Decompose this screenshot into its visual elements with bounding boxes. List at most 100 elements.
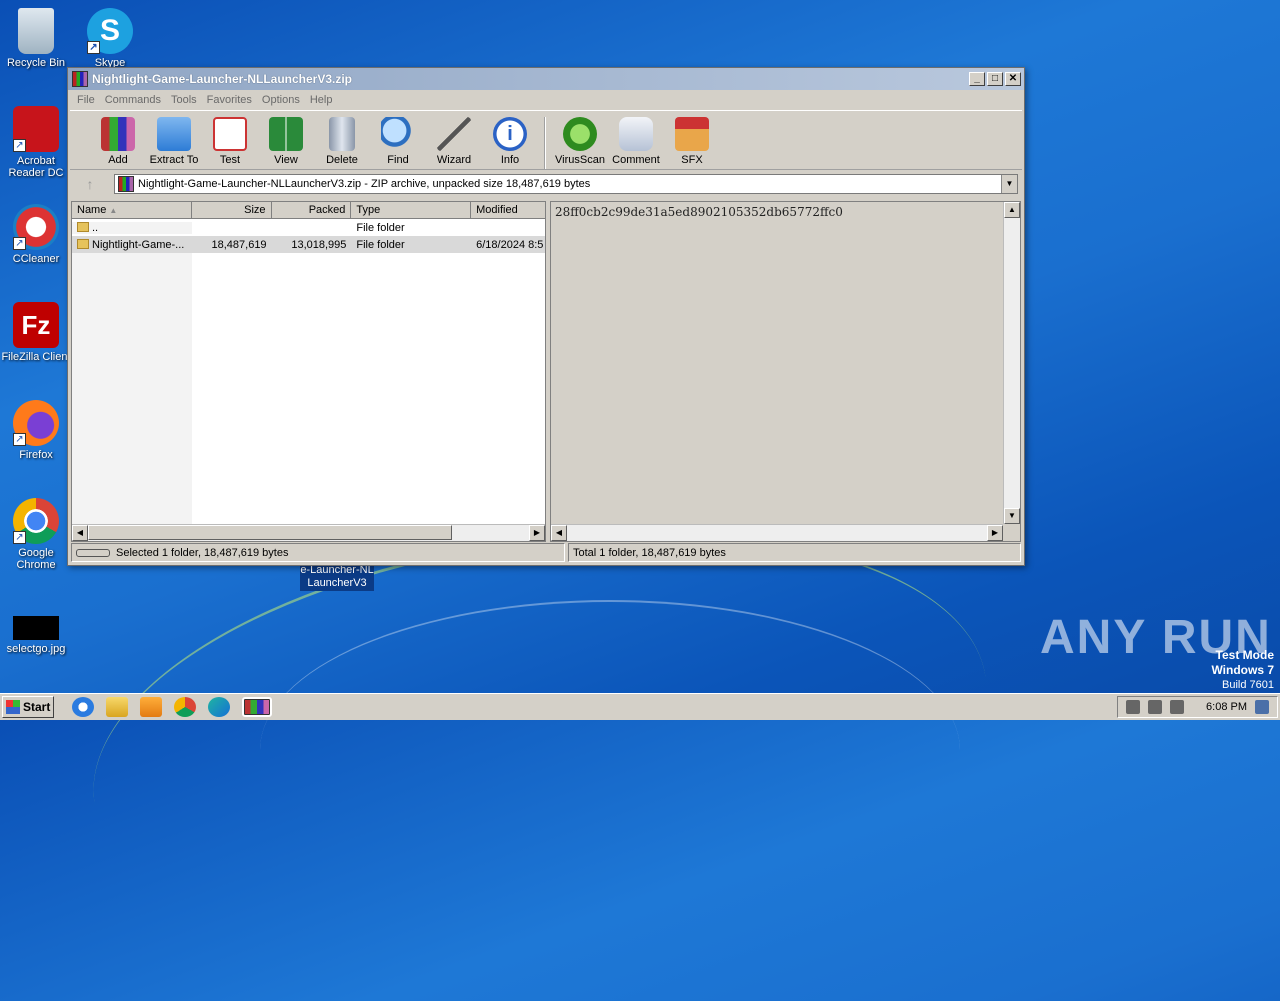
ie-icon[interactable]: [72, 697, 94, 717]
comment-pane: 28ff0cb2c99de31a5ed8902105352db65772ffc0…: [550, 201, 1021, 542]
comment-vscrollbar[interactable]: ▲ ▼: [1003, 202, 1020, 524]
menu-tools[interactable]: Tools: [166, 94, 202, 106]
scroll-down-icon[interactable]: ▼: [1004, 508, 1020, 524]
bug-icon: [563, 117, 597, 151]
desktop-icon-chrome[interactable]: ↗ Google Chrome: [0, 498, 74, 571]
desktop-icon-label: CCleaner: [12, 253, 60, 265]
windows-logo-icon: [6, 700, 20, 714]
virusscan-label: VirusScan: [555, 154, 605, 166]
show-desktop-icon[interactable]: [1255, 700, 1269, 714]
build-label: Build 7601: [1222, 679, 1274, 691]
ccleaner-icon: ↗: [13, 204, 59, 250]
content-panes: Name ▲ Size Packed Type Modified .. File…: [71, 201, 1021, 542]
menu-help[interactable]: Help: [305, 94, 338, 106]
test-button[interactable]: Test: [202, 117, 258, 166]
comment-text[interactable]: 28ff0cb2c99de31a5ed8902105352db65772ffc0: [551, 202, 1020, 222]
folder-icon: [77, 238, 89, 249]
maximize-button[interactable]: □: [987, 72, 1003, 86]
network-icon[interactable]: [1148, 700, 1163, 714]
scroll-right-icon[interactable]: ▶: [529, 525, 545, 541]
magnifier-icon: [381, 117, 415, 151]
info-label: Info: [500, 154, 520, 166]
column-name[interactable]: Name ▲: [72, 202, 192, 218]
skype-icon: S ↗: [87, 8, 133, 54]
chrome-icon: ↗: [13, 498, 59, 544]
title-bar[interactable]: Nightlight-Game-Launcher-NLLauncherV3.zi…: [68, 68, 1024, 90]
os-label: Windows 7: [1211, 663, 1274, 677]
minimize-button[interactable]: _: [969, 72, 985, 86]
comment-button[interactable]: Comment: [608, 117, 664, 166]
extract-to-label: Extract To: [149, 154, 199, 166]
test-mode-label: Test Mode: [1215, 648, 1274, 662]
comment-hscrollbar[interactable]: ◀ ▶: [551, 524, 1003, 541]
test-label: Test: [219, 154, 241, 166]
status-right-text: Total 1 folder, 18,487,619 bytes: [573, 546, 726, 559]
desktop-icon-acrobat[interactable]: ↗ Acrobat Reader DC: [0, 106, 74, 179]
desktop-icon-label: FileZilla Client: [1, 351, 71, 363]
start-button[interactable]: Start: [2, 696, 54, 718]
wizard-button[interactable]: Wizard: [426, 117, 482, 166]
desktop-icon-label: Recycle Bin: [6, 57, 66, 69]
shortcut-arrow-icon: ↗: [13, 237, 26, 250]
address-field[interactable]: Nightlight-Game-Launcher-NLLauncherV3.zi…: [114, 174, 1018, 194]
menu-favorites[interactable]: Favorites: [202, 94, 257, 106]
desktop-icon-selectgo[interactable]: selectgo.jpg: [0, 616, 74, 655]
table-row[interactable]: .. File folder: [72, 219, 545, 236]
close-button[interactable]: ✕: [1005, 72, 1021, 86]
start-label: Start: [23, 700, 51, 714]
firefox-icon: ↗: [13, 400, 59, 446]
row-size: 18,487,619: [211, 238, 267, 251]
column-type[interactable]: Type: [351, 202, 472, 218]
row-modified: 6/18/2024 8:5: [476, 238, 544, 251]
desktop-icon-skype[interactable]: S ↗ Skype: [72, 8, 148, 69]
chevron-down-icon[interactable]: ▼: [1001, 175, 1017, 193]
toolbar: Add Extract To Test View Delete Find Wiz…: [70, 110, 1022, 170]
explorer-icon[interactable]: [106, 697, 128, 717]
desktop-icon-firefox[interactable]: ↗ Firefox: [0, 400, 74, 461]
shortcut-arrow-icon: ↗: [13, 531, 26, 544]
desktop-icon-ccleaner[interactable]: ↗ CCleaner: [0, 204, 74, 265]
delete-button[interactable]: Delete: [314, 117, 370, 166]
edge-icon[interactable]: [208, 697, 230, 717]
virusscan-button[interactable]: VirusScan: [552, 117, 608, 166]
scroll-right-icon[interactable]: ▶: [987, 525, 1003, 541]
window-title: Nightlight-Game-Launcher-NLLauncherV3.zi…: [92, 72, 353, 86]
menu-file[interactable]: File: [72, 94, 100, 106]
sfx-button[interactable]: SFX: [664, 117, 720, 166]
find-button[interactable]: Find: [370, 117, 426, 166]
up-arrow-icon[interactable]: ↑: [72, 173, 108, 195]
status-left-text: Selected 1 folder, 18,487,619 bytes: [116, 546, 289, 559]
desktop-icon-launcher-label[interactable]: e-Launcher-NL LauncherV3: [300, 563, 374, 591]
table-row[interactable]: Nightlight-Game-... 18,487,619 13,018,99…: [72, 236, 545, 253]
column-size[interactable]: Size: [192, 202, 272, 218]
scroll-left-icon[interactable]: ◀: [551, 525, 567, 541]
menu-options[interactable]: Options: [257, 94, 305, 106]
extract-to-button[interactable]: Extract To: [146, 117, 202, 166]
view-button[interactable]: View: [258, 117, 314, 166]
address-bar: ↑ Nightlight-Game-Launcher-NLLauncherV3.…: [72, 172, 1020, 196]
column-packed[interactable]: Packed: [272, 202, 352, 218]
wand-icon: [437, 117, 471, 151]
desktop-icon-filezilla[interactable]: Fz FileZilla Client: [0, 302, 74, 363]
desktop-icon-recycle-bin[interactable]: Recycle Bin: [0, 8, 74, 69]
scroll-thumb[interactable]: [88, 525, 452, 540]
winrar-taskbar-icon[interactable]: [242, 697, 272, 717]
scroll-left-icon[interactable]: ◀: [72, 525, 88, 541]
archive-icon: [118, 176, 134, 192]
view-label: View: [274, 154, 298, 166]
menu-commands[interactable]: Commands: [100, 94, 166, 106]
info-button[interactable]: i Info: [482, 117, 538, 166]
chrome-icon[interactable]: [174, 697, 196, 717]
column-modified[interactable]: Modified: [471, 202, 545, 218]
add-button[interactable]: Add: [90, 117, 146, 166]
volume-icon[interactable]: [1126, 700, 1141, 714]
shortcut-arrow-icon: ↗: [13, 139, 26, 152]
scroll-up-icon[interactable]: ▲: [1004, 202, 1020, 218]
file-list: Name ▲ Size Packed Type Modified .. File…: [71, 201, 546, 542]
file-list-hscrollbar[interactable]: ◀ ▶: [72, 524, 545, 541]
drive-icon: [76, 548, 110, 557]
flag-icon[interactable]: [1170, 700, 1185, 714]
media-player-icon[interactable]: [140, 697, 162, 717]
desktop-icon-label: selectgo.jpg: [6, 643, 66, 655]
clock[interactable]: 6:08 PM: [1206, 701, 1247, 713]
